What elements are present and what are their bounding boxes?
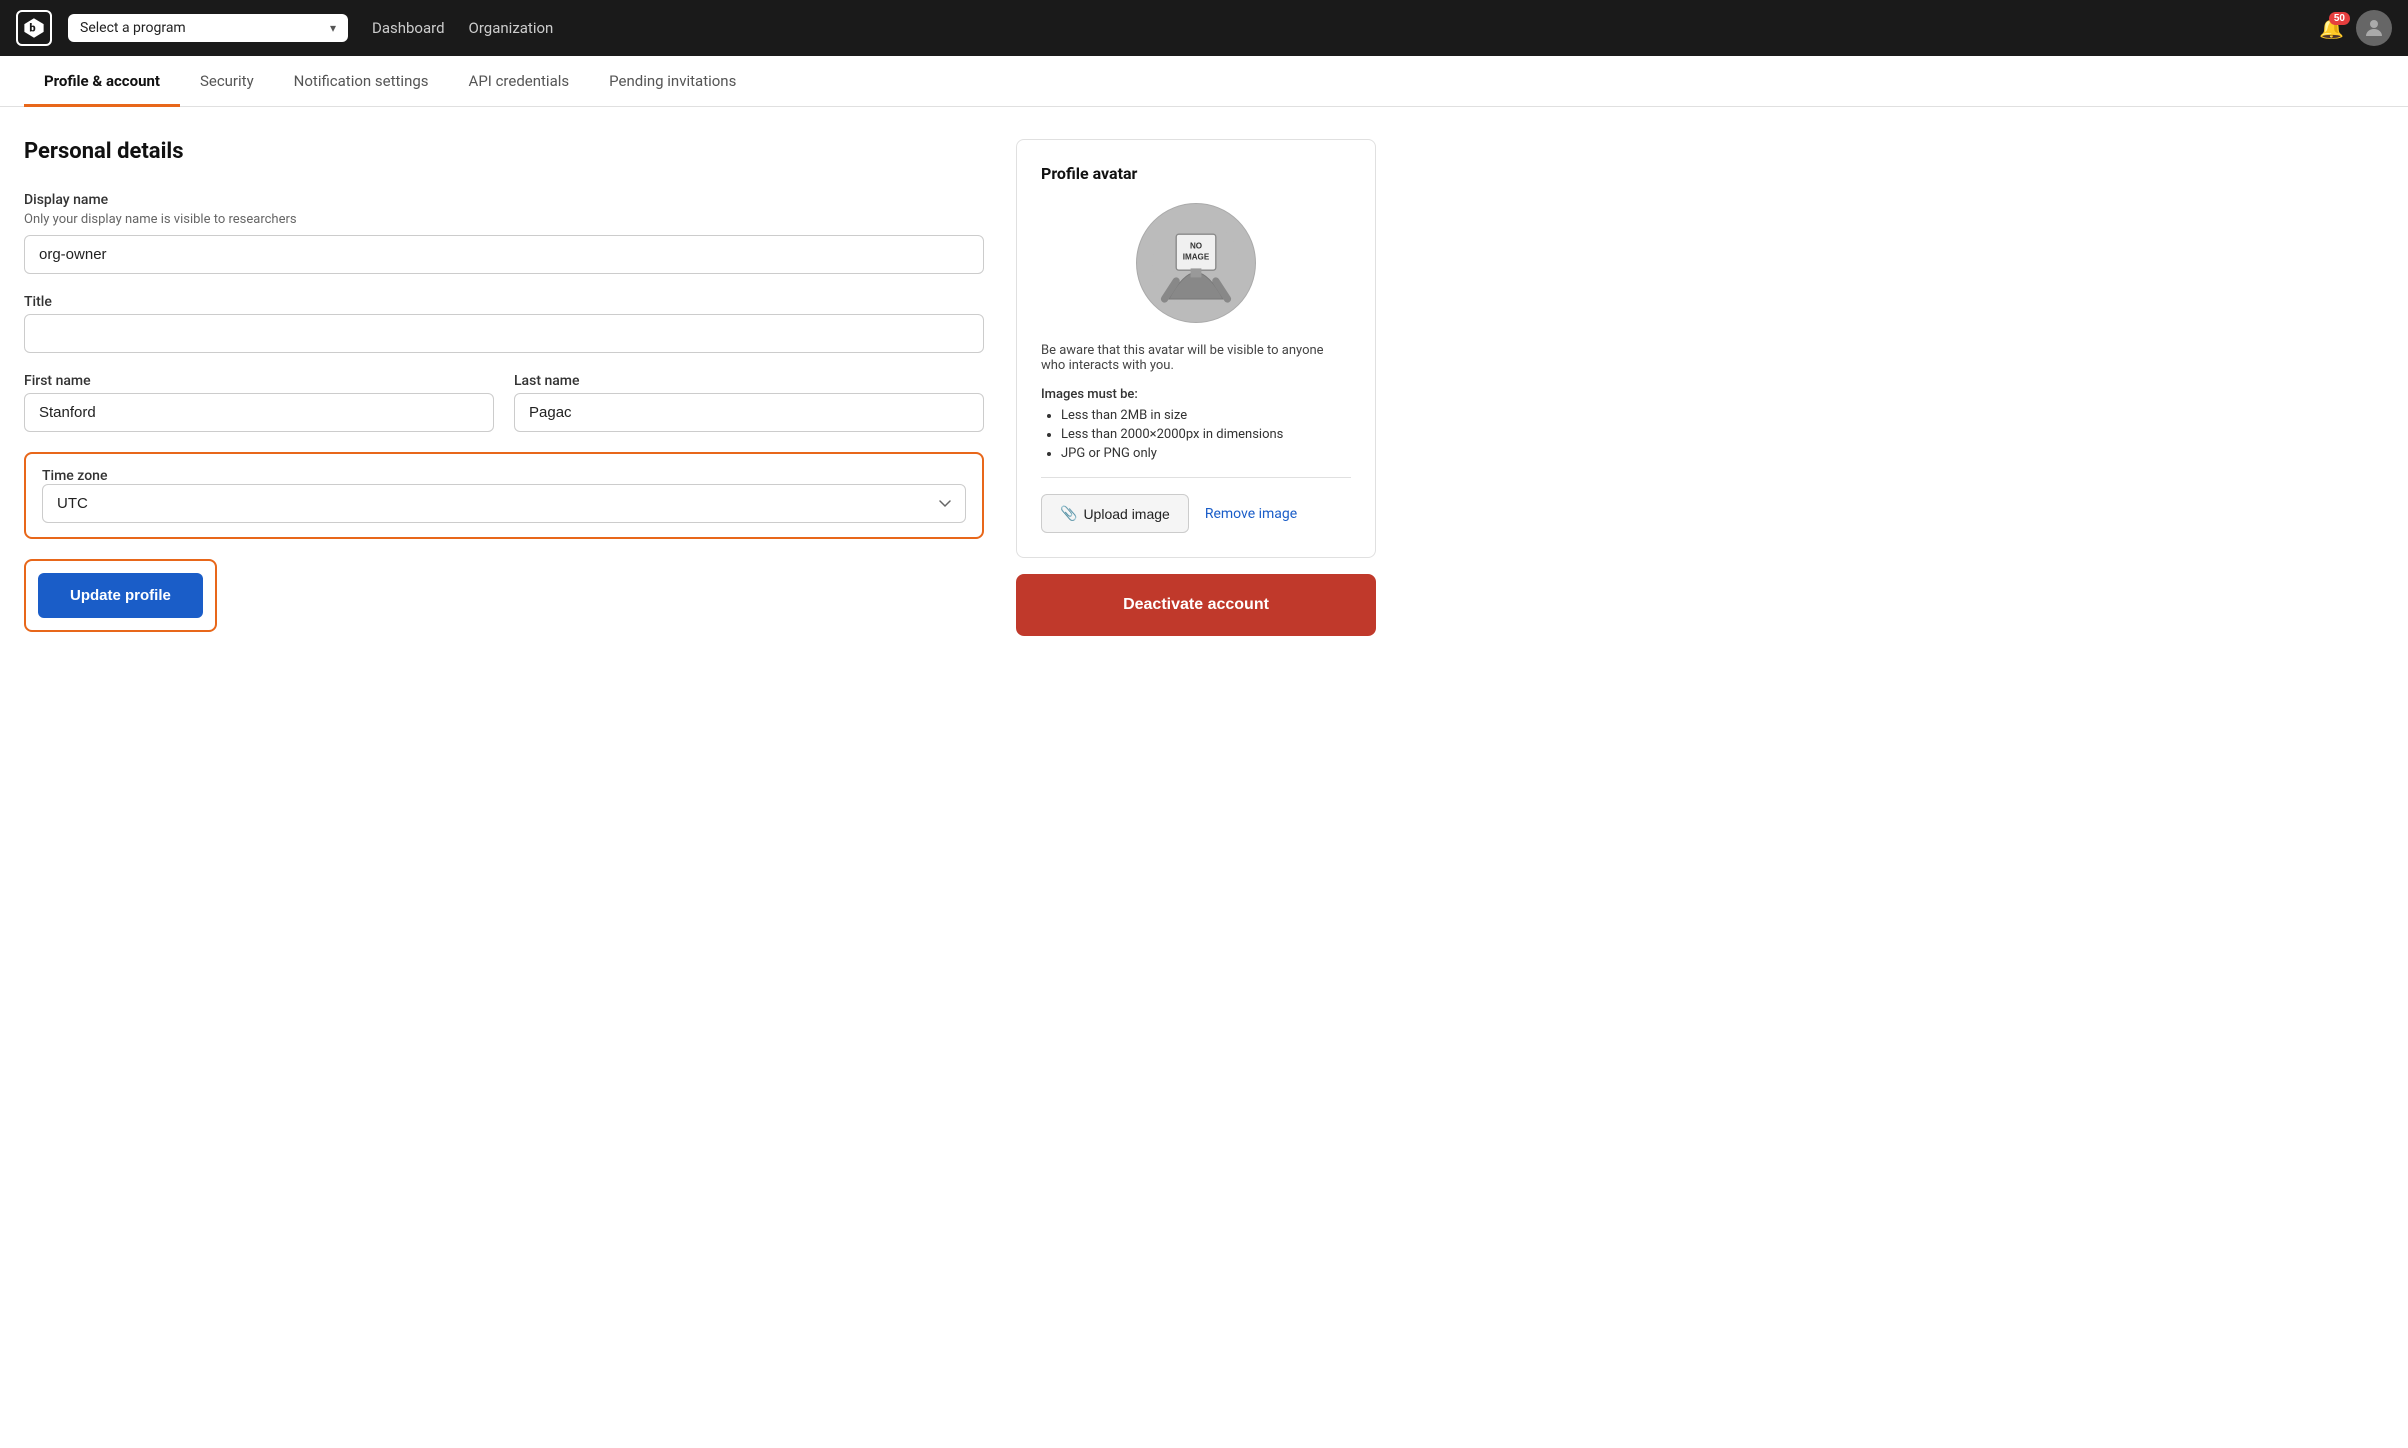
requirements-title: Images must be: [1041,387,1351,402]
program-selector-text: Select a program [80,20,322,36]
avatar-divider [1041,477,1351,478]
display-name-group: Display name Only your display name is v… [24,192,984,274]
upload-image-button[interactable]: 📎 Upload image [1041,494,1189,533]
tab-profile-account[interactable]: Profile & account [24,56,180,107]
title-group: Title [24,294,984,353]
deactivate-card: Deactivate account [1016,574,1376,636]
avatar-requirements: Images must be: Less than 2MB in size Le… [1041,387,1351,461]
main-content: Personal details Display name Only your … [0,107,1400,668]
nav-link-dashboard[interactable]: Dashboard [372,19,445,37]
last-name-label: Last name [514,373,984,389]
notification-button[interactable]: 🔔 50 [2319,16,2344,41]
timezone-wrapper: Time zone UTC America/New_York America/L… [24,452,984,539]
program-selector[interactable]: Select a program ▾ [68,14,348,42]
remove-image-link[interactable]: Remove image [1205,506,1297,522]
display-name-input[interactable] [24,235,984,274]
deactivate-account-button[interactable]: Deactivate account [1016,574,1376,636]
update-profile-button[interactable]: Update profile [38,573,203,618]
requirement-item: JPG or PNG only [1061,446,1351,461]
title-label: Title [24,294,984,310]
profile-avatar-title: Profile avatar [1041,164,1351,183]
first-name-label: First name [24,373,494,389]
profile-avatar-card: Profile avatar NO IMAGE [1016,139,1376,558]
avatar-actions: 📎 Upload image Remove image [1041,494,1351,533]
tab-notification-settings[interactable]: Notification settings [274,56,449,107]
tab-api-credentials[interactable]: API credentials [449,56,590,107]
navbar: b Select a program ▾ Dashboard Organizat… [0,0,2408,56]
requirement-item: Less than 2000×2000px in dimensions [1061,427,1351,442]
paperclip-icon: 📎 [1060,505,1077,522]
avatar-circle: NO IMAGE [1136,203,1256,323]
last-name-input[interactable] [514,393,984,432]
no-image-illustration: NO IMAGE [1151,218,1241,308]
right-panel: Profile avatar NO IMAGE [1016,139,1376,636]
update-btn-wrapper: Update profile [24,559,217,632]
left-panel: Personal details Display name Only your … [24,139,984,636]
svg-text:b: b [29,22,35,35]
navbar-right: 🔔 50 [2319,10,2392,46]
chevron-down-icon: ▾ [330,21,336,35]
nav-links: Dashboard Organization [372,19,553,37]
svg-text:IMAGE: IMAGE [1183,252,1210,261]
name-row: First name Last name [24,373,984,452]
display-name-hint: Only your display name is visible to res… [24,212,984,227]
user-avatar-button[interactable] [2356,10,2392,46]
svg-text:NO: NO [1190,242,1202,251]
requirement-item: Less than 2MB in size [1061,408,1351,423]
tab-pending-invitations[interactable]: Pending invitations [589,56,756,107]
logo[interactable]: b [16,10,52,46]
title-input[interactable] [24,314,984,353]
upload-image-label: Upload image [1083,506,1169,522]
section-title: Personal details [24,139,984,164]
display-name-label: Display name [24,192,984,208]
nav-link-organization[interactable]: Organization [469,19,554,37]
last-name-group: Last name [514,373,984,432]
avatar-note: Be aware that this avatar will be visibl… [1041,343,1351,373]
first-name-input[interactable] [24,393,494,432]
notification-badge: 50 [2329,12,2350,25]
timezone-select[interactable]: UTC America/New_York America/Los_Angeles… [42,484,966,523]
timezone-label: Time zone [42,468,107,484]
tabs-bar: Profile & account Security Notification … [0,56,2408,107]
avatar-image-container: NO IMAGE [1041,203,1351,323]
tab-security[interactable]: Security [180,56,274,107]
first-name-group: First name [24,373,494,432]
